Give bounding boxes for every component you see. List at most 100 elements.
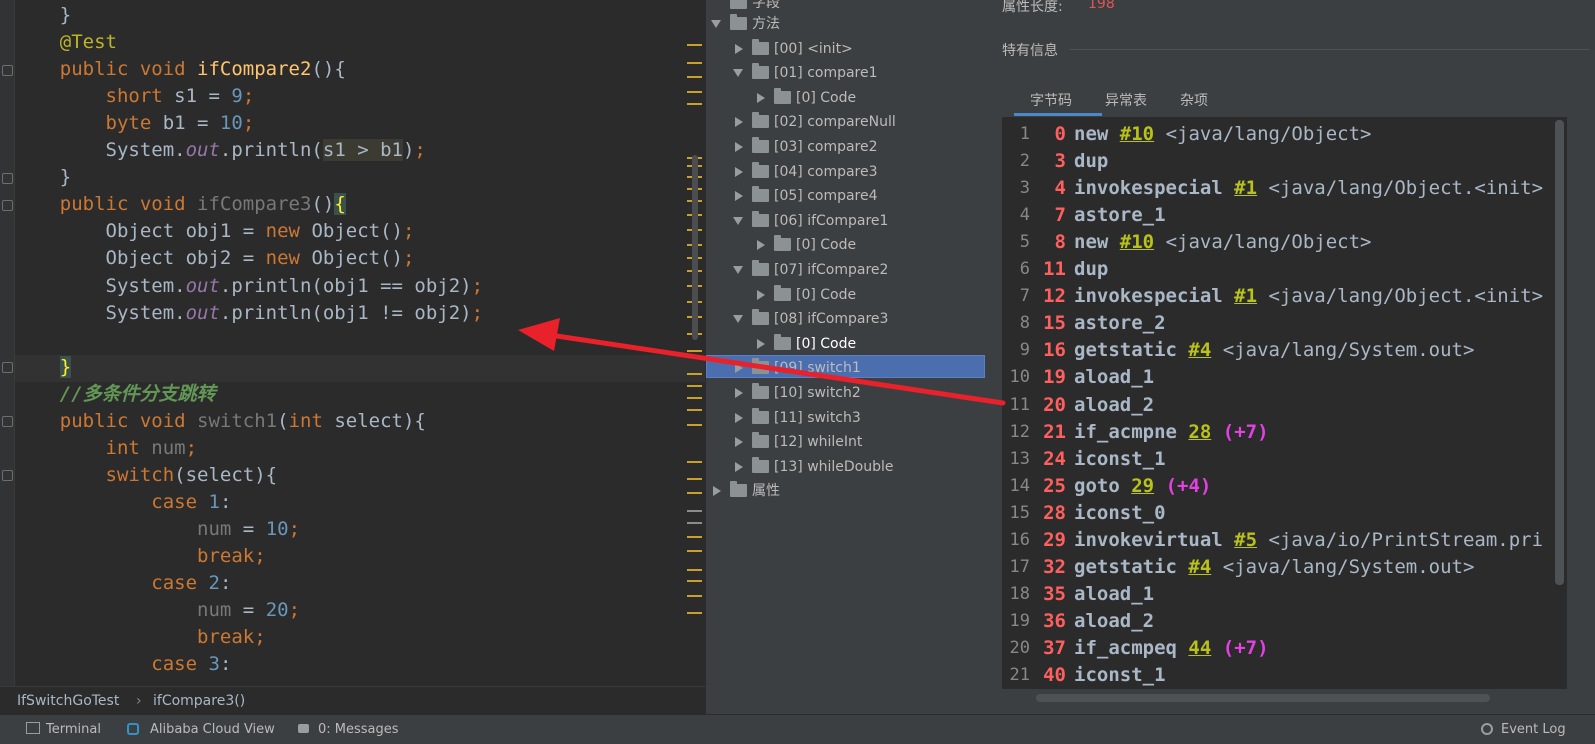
messages-tab[interactable]: 0: Messages xyxy=(318,722,399,737)
error-stripe-mark[interactable] xyxy=(687,373,702,375)
constant-pool-ref[interactable]: #10 xyxy=(1120,123,1154,145)
tree-node[interactable]: [0] Code xyxy=(706,86,986,110)
expanded-arrow-icon[interactable] xyxy=(733,315,743,324)
bytecode-offset: 25 xyxy=(1043,474,1066,497)
folder-icon xyxy=(752,112,769,129)
error-stripe-mark[interactable] xyxy=(687,91,702,93)
error-stripe-mark[interactable] xyxy=(687,62,702,64)
bytecode-vscrollbar[interactable] xyxy=(1555,120,1564,585)
collapsed-arrow-icon[interactable] xyxy=(735,142,743,152)
collapsed-arrow-icon[interactable] xyxy=(757,338,765,349)
error-stripe-mark[interactable] xyxy=(687,350,702,352)
code-editor[interactable]: } @Test public void ifCompare2(){ short … xyxy=(0,0,705,686)
error-stripe-mark[interactable] xyxy=(687,409,702,411)
expanded-arrow-icon[interactable] xyxy=(733,216,743,225)
error-stripe-mark[interactable] xyxy=(687,478,702,480)
error-stripe-mark[interactable] xyxy=(687,612,702,614)
constant-pool-ref[interactable]: 28 xyxy=(1188,421,1211,443)
constant-pool-ref[interactable]: #1 xyxy=(1234,285,1257,307)
terminal-tab[interactable]: Terminal xyxy=(46,722,101,737)
tab-1[interactable]: 异常表 xyxy=(1105,90,1147,110)
expanded-arrow-icon[interactable] xyxy=(733,69,743,78)
code-token: select){ xyxy=(334,409,426,432)
error-stripe-mark[interactable] xyxy=(687,522,702,524)
bytecode-view[interactable]: 1 0 new #10 <java/lang/Object> 2 3 dup 3 4 invok… xyxy=(1002,117,1567,689)
error-stripe-mark[interactable] xyxy=(687,461,702,463)
collapsed-arrow-icon[interactable] xyxy=(757,289,765,300)
error-stripe-mark[interactable] xyxy=(687,44,702,46)
tree-node[interactable]: 方法 xyxy=(706,12,986,36)
fold-marker[interactable] xyxy=(2,65,13,76)
error-stripe-mark[interactable] xyxy=(687,424,702,426)
error-stripe-mark[interactable] xyxy=(687,595,702,597)
editor-scrollbar[interactable] xyxy=(692,155,698,340)
error-stripe-mark[interactable] xyxy=(687,580,702,582)
error-stripe-mark[interactable] xyxy=(687,76,702,78)
event-log-tab[interactable]: Event Log xyxy=(1501,722,1566,737)
collapsed-arrow-icon[interactable] xyxy=(735,117,743,128)
constant-pool-ref[interactable]: #10 xyxy=(1120,231,1154,253)
collapsed-arrow-icon[interactable] xyxy=(735,43,743,54)
error-stripe-mark[interactable] xyxy=(687,550,702,552)
alibaba-cloud-tab[interactable]: Alibaba Cloud View xyxy=(150,722,275,737)
tree-node-selected[interactable]: [0] Code xyxy=(706,332,986,356)
constant-pool-ref[interactable]: #5 xyxy=(1234,529,1257,551)
code-token: b1 = xyxy=(162,112,220,135)
error-stripe-mark[interactable] xyxy=(687,510,702,512)
fold-marker[interactable] xyxy=(2,200,13,211)
collapsed-arrow-icon[interactable] xyxy=(757,240,765,251)
fold-marker[interactable] xyxy=(2,362,13,373)
bytecode-instruction: new #10 <java/lang/Object> xyxy=(1074,229,1371,256)
constant-pool-ref[interactable]: #4 xyxy=(1188,339,1211,361)
error-stripe-mark[interactable] xyxy=(687,492,702,494)
tree-node[interactable]: [07] ifCompare2 xyxy=(706,258,986,282)
collapsed-arrow-icon[interactable] xyxy=(713,486,721,497)
tree-node[interactable]: [0] Code xyxy=(706,233,986,257)
tree-node[interactable]: [08] ifCompare3 xyxy=(706,307,986,331)
constant-pool-ref[interactable]: #1 xyxy=(1234,177,1257,199)
tree-node[interactable]: [06] ifCompare1 xyxy=(706,209,986,233)
collapsed-arrow-icon[interactable] xyxy=(735,412,743,423)
constant-pool-ref[interactable]: 44 xyxy=(1188,637,1211,659)
collapsed-arrow-icon[interactable] xyxy=(735,461,743,472)
tree-node[interactable]: [13] whileDouble xyxy=(706,455,986,479)
tree-node[interactable]: [04] compare3 xyxy=(706,160,986,184)
collapsed-arrow-icon[interactable] xyxy=(735,191,743,202)
tree-node[interactable]: 属性 xyxy=(706,479,986,503)
constant-pool-ref[interactable]: 29 xyxy=(1131,475,1154,497)
tree-node[interactable]: [00] <init> xyxy=(706,37,986,61)
collapsed-arrow-icon[interactable] xyxy=(735,437,743,448)
tab-2[interactable]: 杂项 xyxy=(1180,90,1208,110)
fold-marker[interactable] xyxy=(2,470,13,481)
class-structure-tree[interactable]: 字段 方法 [00] <init> [01] compare1 [0] Code [02]… xyxy=(705,0,986,714)
tree-node[interactable]: [10] switch2 xyxy=(706,381,986,405)
tree-node[interactable]: [05] compare4 xyxy=(706,184,986,208)
expanded-arrow-icon[interactable] xyxy=(733,266,743,274)
error-stripe-mark[interactable] xyxy=(687,569,702,571)
expanded-arrow-icon[interactable] xyxy=(711,20,721,28)
tree-node[interactable]: [11] switch3 xyxy=(706,406,986,430)
tab-0[interactable]: 字节码 xyxy=(1030,90,1072,110)
tree-node[interactable]: [01] compare1 xyxy=(706,61,986,85)
folder-icon xyxy=(752,432,769,449)
tree-node[interactable]: [12] whileInt xyxy=(706,430,986,454)
constant-pool-ref[interactable]: #4 xyxy=(1188,556,1211,578)
tree-node[interactable]: [09] switch1 xyxy=(706,356,986,380)
fold-marker[interactable] xyxy=(2,416,13,427)
collapsed-arrow-icon[interactable] xyxy=(735,166,743,177)
error-stripe-mark[interactable] xyxy=(687,397,702,399)
tree-node[interactable]: [0] Code xyxy=(706,283,986,307)
error-stripe[interactable] xyxy=(684,0,704,686)
tree-node[interactable]: [03] compare2 xyxy=(706,135,986,159)
error-stripe-mark[interactable] xyxy=(687,103,702,105)
collapsed-arrow-icon[interactable] xyxy=(735,363,743,374)
fold-marker[interactable] xyxy=(2,173,13,184)
error-stripe-mark[interactable] xyxy=(687,385,702,387)
tree-node[interactable]: [02] compareNull xyxy=(706,110,986,134)
error-stripe-mark[interactable] xyxy=(687,536,702,538)
breadcrumb-method[interactable]: ifCompare3() xyxy=(153,693,245,709)
collapsed-arrow-icon[interactable] xyxy=(735,388,743,398)
breadcrumb-class[interactable]: IfSwitchGoTest xyxy=(17,693,119,709)
collapsed-arrow-icon[interactable] xyxy=(757,92,765,103)
bytecode-hscrollbar[interactable] xyxy=(1036,694,1490,702)
